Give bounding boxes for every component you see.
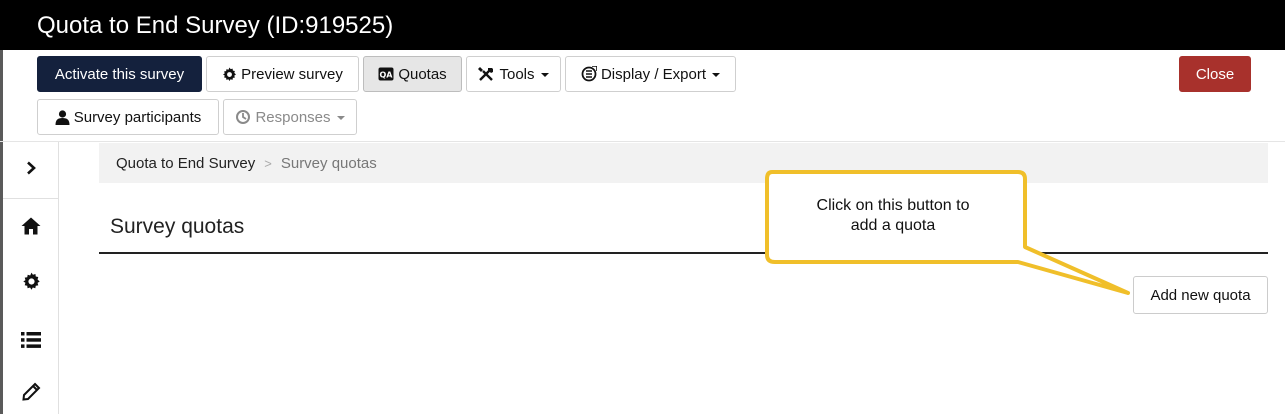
svg-text:QA: QA	[380, 71, 394, 80]
gear-icon	[22, 272, 41, 296]
activate-survey-label: Activate this survey	[54, 65, 185, 83]
sidebar-separator	[3, 198, 59, 199]
quotas-label: Quotas	[398, 65, 447, 83]
preview-survey-label: Preview survey	[241, 65, 343, 83]
caret-down-icon	[540, 73, 549, 77]
user-icon	[55, 109, 70, 125]
title-divider	[99, 252, 1268, 254]
tools-icon	[478, 66, 495, 82]
title-bar: Quota to End Survey (ID:919525)	[0, 0, 1285, 50]
quotas-button[interactable]: QA Quotas	[363, 56, 462, 92]
sidebar-item-settings[interactable]	[3, 256, 59, 312]
pencil-icon	[21, 382, 41, 406]
tools-dropdown[interactable]: Tools	[466, 56, 561, 92]
export-icon	[581, 66, 597, 82]
survey-title: Quota to End Survey (ID:919525)	[37, 12, 394, 39]
sidebar	[3, 142, 59, 414]
sidebar-item-structure[interactable]	[3, 314, 59, 370]
breadcrumb: Quota to End Survey > Survey quotas	[99, 143, 1268, 183]
add-new-quota-button[interactable]: Add new quota	[1133, 276, 1268, 314]
breadcrumb-survey-link[interactable]: Quota to End Survey	[116, 155, 255, 172]
survey-participants-button[interactable]: Survey participants	[37, 99, 219, 135]
tools-label: Tools	[499, 65, 535, 83]
activate-survey-button[interactable]: Activate this survey	[37, 56, 202, 92]
quota-icon: QA	[378, 67, 394, 81]
sidebar-item-home[interactable]	[3, 200, 59, 256]
callout-line-2: add a quota	[850, 217, 936, 234]
toolbar-divider	[0, 141, 1285, 142]
survey-participants-label: Survey participants	[73, 108, 202, 126]
chevron-right-icon	[25, 161, 37, 180]
caret-down-icon	[336, 116, 345, 120]
responses-icon	[235, 109, 251, 125]
responses-label: Responses	[255, 108, 331, 126]
breadcrumb-separator: >	[264, 155, 272, 171]
page-title: Survey quotas	[110, 215, 245, 238]
caret-down-icon	[712, 73, 721, 77]
close-button[interactable]: Close	[1179, 56, 1251, 92]
breadcrumb-current: Survey quotas	[280, 154, 377, 172]
callout-text: Click on this button to add a quota	[770, 196, 1016, 236]
list-icon	[21, 331, 41, 353]
responses-dropdown[interactable]: Responses	[223, 99, 357, 135]
sidebar-item-edit[interactable]	[3, 366, 59, 414]
preview-survey-button[interactable]: Preview survey	[206, 56, 359, 92]
home-icon	[21, 217, 41, 240]
close-label: Close	[1195, 65, 1235, 83]
callout-line-1: Click on this button to	[816, 197, 970, 214]
display-export-dropdown[interactable]: Display / Export	[565, 56, 736, 92]
display-export-label: Display / Export	[600, 65, 707, 83]
gear-icon	[222, 66, 237, 82]
sidebar-toggle[interactable]	[3, 142, 59, 198]
